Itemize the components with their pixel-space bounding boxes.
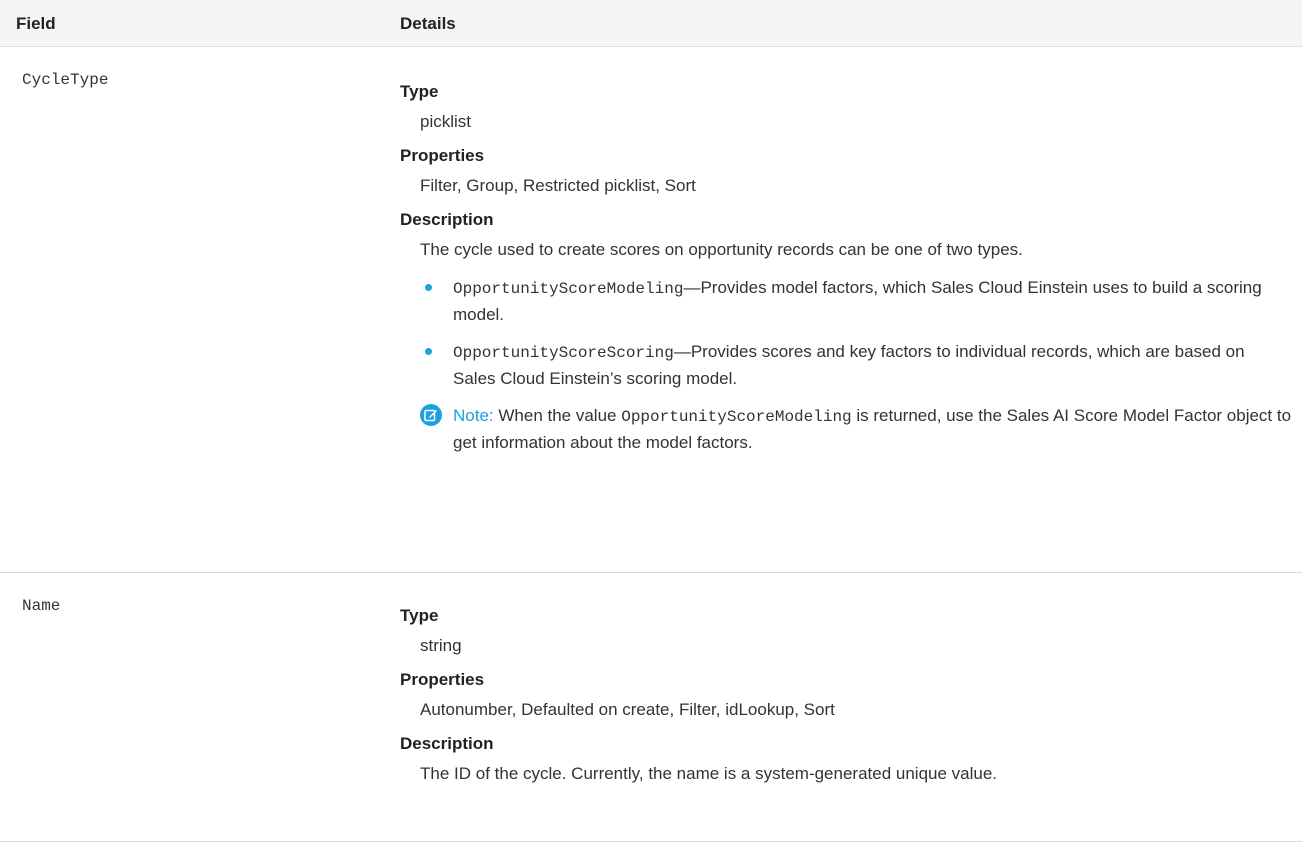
properties-value: Autonumber, Defaulted on create, Filter,… [420,700,835,719]
note-label: Note: [453,406,494,425]
table-row: Name Type string Properties Autonumber, … [0,573,1302,842]
field-name: CycleType [22,71,109,89]
properties-label: Properties [400,146,485,165]
list-item: OpportunityScoreModeling—Provides model … [420,275,1288,327]
field-details: Type picklist Properties Filter, Group, … [400,81,1291,455]
column-header-details: Details [400,14,456,33]
note-text-before: When the value [493,406,622,425]
description-label: Description [400,734,494,753]
type-value: string [420,636,462,655]
column-header-field: Field [16,14,56,33]
bullet-icon [425,284,432,291]
properties-value: Filter, Group, Restricted picklist, Sort [420,176,696,195]
type-label: Type [400,606,439,625]
table-header: Field Details [0,0,1302,47]
cycle-type-list: OpportunityScoreModeling—Provides model … [420,275,1280,391]
value-code: OpportunityScoreScoring [453,344,674,362]
field-name: Name [22,597,61,615]
value-code: OpportunityScoreModeling [453,280,684,298]
description-text: The cycle used to create scores on oppor… [420,240,1023,259]
field-details-table: Field Details CycleType Type picklist Pr… [0,0,1302,842]
field-details: Type string Properties Autonumber, Defau… [400,605,1280,797]
edit-icon [420,404,442,426]
list-item: OpportunityScoreScoring—Provides scores … [420,339,1288,391]
description-label: Description [400,210,494,229]
note-code: OpportunityScoreModeling [621,408,852,426]
bullet-icon [425,348,432,355]
note-callout: Note: When the value OpportunityScoreMod… [420,403,1302,455]
description-block: The cycle used to create scores on oppor… [420,239,1291,455]
type-value: picklist [420,112,472,131]
type-label: Type [400,82,439,101]
description-text: The ID of the cycle. Currently, the name… [420,764,998,783]
table-row: CycleType Type picklist Properties Filte… [0,47,1302,573]
properties-label: Properties [400,670,485,689]
